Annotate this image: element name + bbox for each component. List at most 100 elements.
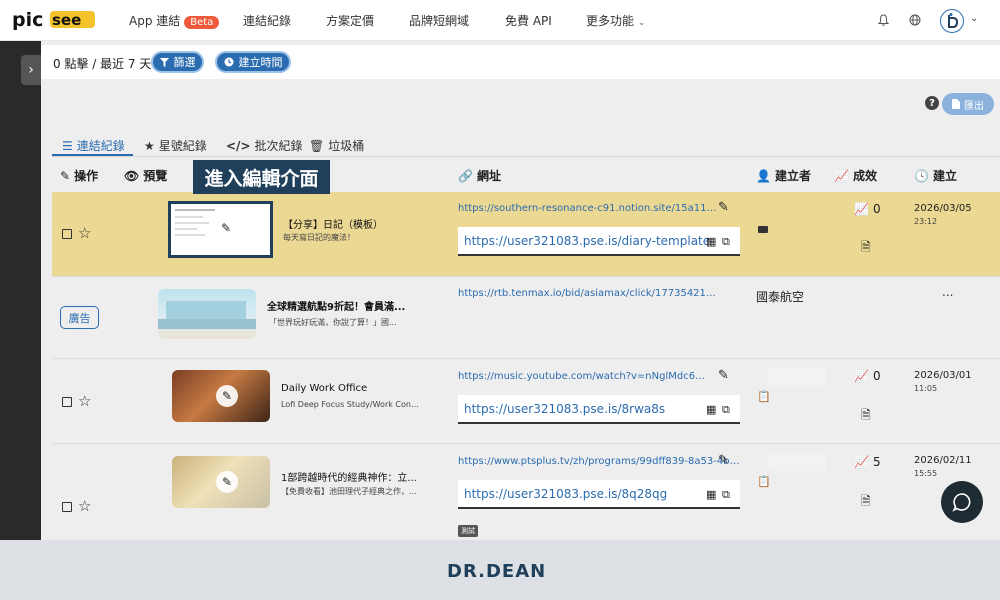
avatar-icon[interactable]: [940, 9, 964, 33]
header-url: 🔗 網址: [458, 168, 501, 184]
tag-badge[interactable]: 測試: [458, 525, 478, 537]
more-options-icon[interactable]: ...: [942, 285, 953, 299]
nav-app-link[interactable]: App 連結 Beta: [129, 12, 220, 29]
nav-more-features[interactable]: 更多功能 ⌄: [586, 12, 645, 29]
copy-icon[interactable]: ⧉: [722, 235, 730, 249]
globe-icon[interactable]: [908, 13, 922, 27]
nav-free-api[interactable]: 免費 API: [505, 12, 552, 29]
row-description: 【免費收看】池田理代子經典之作，...: [281, 487, 417, 496]
row-title: 1部跨越時代的經典神作：立...: [281, 473, 417, 484]
row-description: 每天寫日記的魔法！: [283, 233, 355, 242]
original-url[interactable]: https://www.ptsplus.tv/zh/programs/99dff…: [458, 456, 740, 467]
chat-bubble-icon: [952, 493, 971, 512]
row-checkbox[interactable]: [62, 502, 72, 512]
header-preview: 👁 預覽: [124, 168, 168, 184]
click-summary: 0 點擊 / 最近 7 天: [53, 57, 152, 71]
svg-text:pic: pic: [12, 9, 43, 31]
sidebar: [0, 41, 41, 540]
help-icon[interactable]: ?: [925, 96, 939, 110]
nav-link-records[interactable]: 連結紀錄: [243, 12, 291, 29]
picsee-logo[interactable]: pic see: [12, 9, 96, 31]
nav-brand-domain[interactable]: 品牌短網域: [409, 12, 469, 29]
click-count[interactable]: 📈 0: [854, 202, 881, 216]
creator-blurred: [768, 368, 826, 386]
tab-batch-records[interactable]: </> 批次紀錄: [226, 137, 303, 154]
file-icon: [952, 99, 960, 109]
edit-icon[interactable]: ✎: [216, 471, 238, 493]
svg-text:see: see: [52, 11, 81, 29]
edit-url-icon[interactable]: ✎: [718, 453, 729, 468]
edit-url-icon[interactable]: ✎: [718, 368, 729, 383]
short-url-field[interactable]: https://user321083.pse.is/8rwa8s: [458, 395, 740, 424]
created-date: 2026/02/11: [914, 455, 972, 466]
bell-icon[interactable]: [876, 13, 890, 27]
csv-file-icon[interactable]: 🗎: [861, 238, 871, 259]
creator-name: 國泰航空: [756, 290, 805, 304]
star-icon[interactable]: ☆: [78, 499, 91, 514]
created-time: 11:05: [914, 384, 938, 393]
user-icon: 👤: [756, 168, 771, 183]
short-url-field[interactable]: https://user321083.pse.is/diary-template: [458, 227, 740, 256]
clipboard-icon: 📋: [757, 475, 771, 488]
original-url[interactable]: https://music.youtube.com/watch?v=nNglMd…: [458, 371, 708, 382]
chart-line-icon: 📈: [854, 455, 869, 469]
ad-thumbnail[interactable]: [158, 289, 256, 339]
short-url-field[interactable]: https://user321083.pse.is/8q28qg: [458, 480, 740, 509]
row-checkbox[interactable]: [62, 397, 72, 407]
tab-divider: [52, 156, 1000, 157]
row-divider: [52, 443, 1000, 444]
star-icon[interactable]: ☆: [78, 394, 91, 409]
csv-file-icon[interactable]: 🗎: [861, 492, 871, 513]
edit-url-icon[interactable]: ✎: [718, 200, 729, 215]
beta-badge: Beta: [184, 16, 220, 29]
click-count[interactable]: 📈 5: [854, 455, 881, 469]
edit-icon: ✎: [60, 168, 71, 183]
dr-dean-logo: DR.DEAN: [447, 561, 547, 582]
copy-icon[interactable]: ⧉: [722, 488, 730, 502]
creator-icon: [758, 226, 768, 233]
trash-icon: 🗑: [309, 138, 325, 153]
edit-icon[interactable]: ✎: [215, 217, 237, 239]
qrcode-icon[interactable]: ▦: [706, 403, 716, 416]
created-date: 2026/03/01: [914, 370, 972, 381]
qrcode-icon[interactable]: ▦: [706, 488, 716, 501]
ad-badge: 廣告: [60, 306, 99, 329]
preview-thumbnail[interactable]: ✎: [172, 456, 270, 508]
copy-icon[interactable]: ⧉: [722, 403, 730, 417]
filter-icon: [159, 57, 169, 67]
csv-file-icon[interactable]: 🗎: [861, 406, 871, 427]
created-time: 23:12: [914, 217, 938, 226]
tab-trash[interactable]: 🗑 垃圾桶: [309, 137, 364, 154]
qrcode-icon[interactable]: ▦: [706, 235, 716, 248]
preview-thumbnail[interactable]: ✎: [172, 370, 270, 422]
preview-thumbnail[interactable]: ✎: [168, 201, 273, 258]
original-url[interactable]: https://southern-resonance-c91.notion.si…: [458, 203, 718, 214]
link-icon: 🔗: [458, 168, 473, 183]
tab-starred-records[interactable]: ★ 星號紀錄: [144, 137, 207, 154]
nav-pricing[interactable]: 方案定價: [326, 12, 374, 29]
edit-icon[interactable]: ✎: [216, 385, 238, 407]
click-count[interactable]: 📈 0: [854, 369, 881, 383]
row-description: 「世界玩好玩滿，你說了算！」國...: [269, 318, 397, 327]
chart-line-icon: 📈: [854, 369, 869, 383]
chat-button[interactable]: [941, 481, 983, 523]
chevron-down-icon: ⌄: [637, 18, 646, 28]
top-navbar: pic see App 連結 Beta 連結紀錄 方案定價 品牌短網域 免費 AP…: [0, 0, 1000, 41]
tab-link-records[interactable]: ☰ 連結紀錄: [62, 137, 125, 154]
created-date: 2026/03/05: [914, 203, 972, 214]
created-time-button[interactable]: 建立時間: [215, 51, 291, 73]
filter-button[interactable]: 篩選: [151, 51, 204, 73]
header-created: 🕓 建立: [914, 168, 957, 184]
row-checkbox[interactable]: [62, 229, 72, 239]
header-creator: 👤 建立者: [756, 168, 811, 184]
footer-banner: DR.DEAN: [0, 540, 1000, 600]
row-title: 【分享】日記（模板）: [283, 220, 383, 231]
sidebar-toggle-chevron-right-icon[interactable]: ›: [21, 55, 41, 85]
clipboard-icon: 📋: [757, 390, 771, 403]
star-icon[interactable]: ☆: [78, 226, 91, 241]
header-ops: ✎ 操作: [60, 168, 99, 184]
eye-icon: 👁: [124, 168, 140, 183]
ad-url[interactable]: https://rtb.tenmax.io/bid/asiamax/click/…: [458, 288, 718, 299]
account-chevron-down-icon[interactable]: ⌄: [970, 13, 978, 24]
export-button[interactable]: 匯出: [942, 93, 994, 115]
